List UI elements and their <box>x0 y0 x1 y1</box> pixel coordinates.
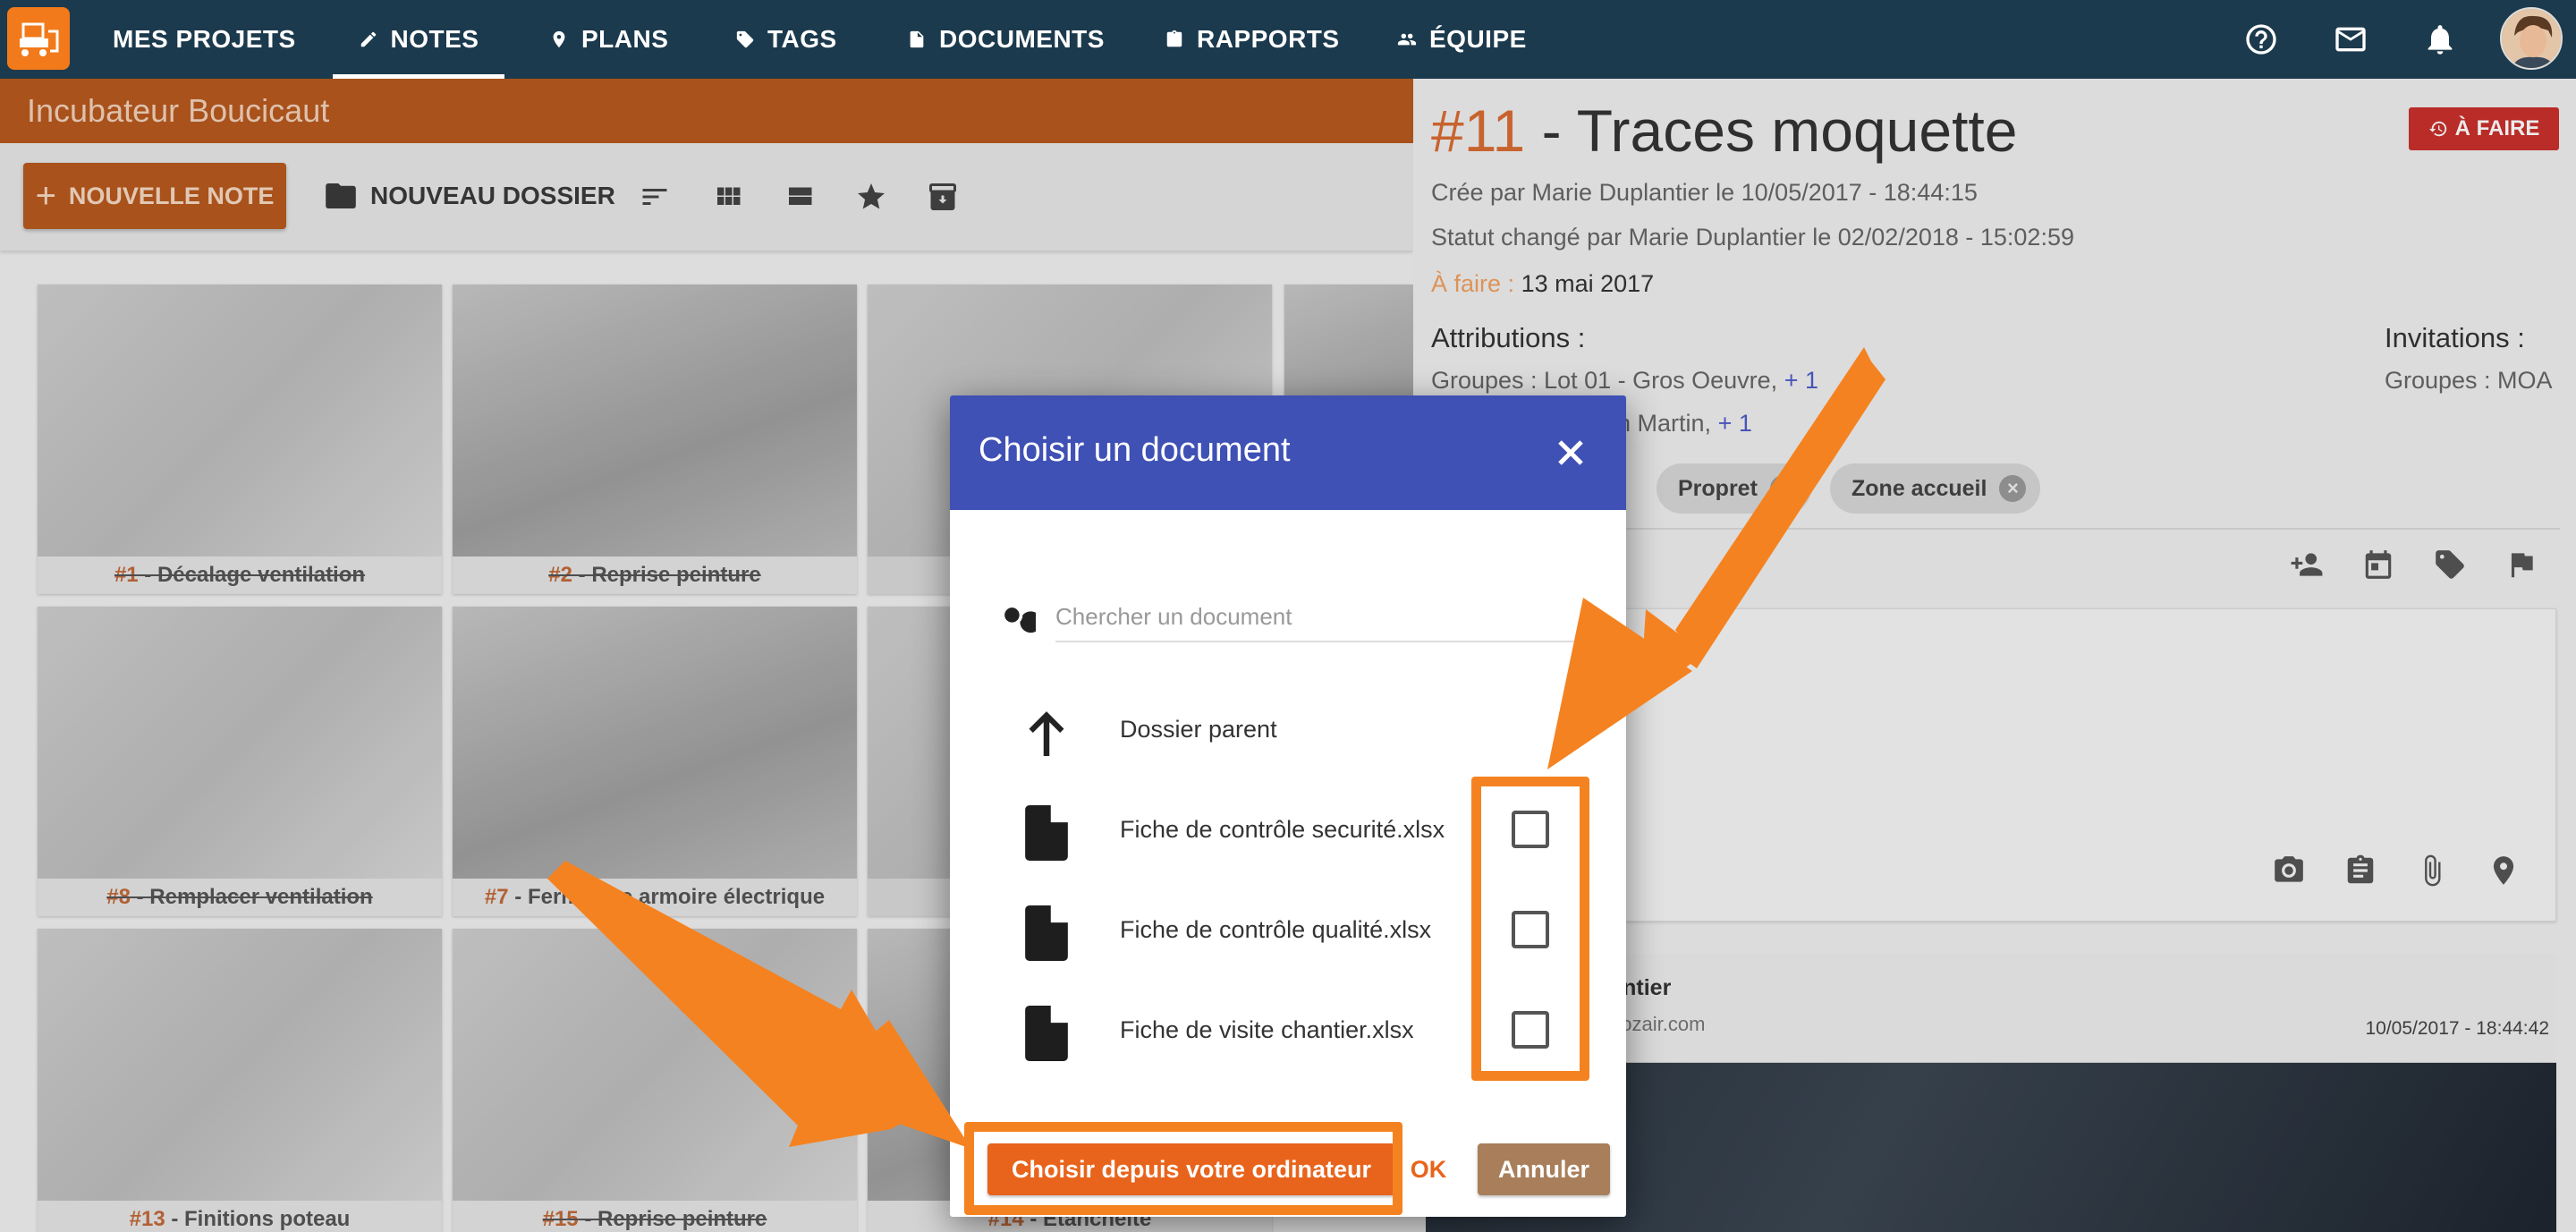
nav-tab-plans[interactable]: PLANS <box>549 0 668 79</box>
document-name: Fiche de contrôle qualité.xlsx <box>1120 916 1432 943</box>
document-name: Fiche de visite chantier.xlsx <box>1120 1016 1414 1043</box>
search-icon <box>996 599 1042 639</box>
nav-tab-reports[interactable]: RAPPORTS <box>1165 0 1340 79</box>
nav-tab-team[interactable]: ÉQUIPE <box>1397 0 1527 79</box>
top-navigation: MES PROJETS NOTES PLANS TAGS DOCUMENTS R… <box>0 0 2576 79</box>
nav-tab-tags[interactable]: TAGS <box>735 0 837 79</box>
file-icon <box>1025 905 1068 961</box>
messages-button[interactable] <box>2333 21 2368 57</box>
notifications-button[interactable] <box>2422 21 2458 57</box>
help-button[interactable] <box>2243 21 2279 57</box>
user-avatar[interactable] <box>2500 7 2563 70</box>
file-icon <box>1025 805 1068 861</box>
nav-tab-notes-label: NOTES <box>390 25 479 53</box>
nav-tab-notes[interactable]: NOTES <box>333 0 504 79</box>
bell-icon <box>2428 25 2453 55</box>
group-icon <box>1397 33 1417 46</box>
checkbox-highlight <box>1471 777 1589 1081</box>
dialog-title: Choisir un document <box>979 431 1291 469</box>
user-photo-icon <box>2502 9 2561 68</box>
nav-tab-reports-label: RAPPORTS <box>1197 25 1340 53</box>
dialog-header: Choisir un document <box>950 395 1626 510</box>
arrow-up-icon <box>1029 711 1064 756</box>
app-logo[interactable] <box>7 7 70 70</box>
parent-folder-item[interactable]: Dossier parent <box>950 684 1626 773</box>
nav-tab-team-label: ÉQUIPE <box>1429 25 1527 53</box>
ok-button[interactable]: OK <box>1402 1143 1454 1195</box>
document-search-input[interactable] <box>1055 592 1583 642</box>
help-icon <box>2246 24 2276 55</box>
document-name: Fiche de contrôle securité.xlsx <box>1120 816 1445 843</box>
nav-my-projects-label: MES PROJETS <box>113 25 296 53</box>
bulldozer-icon <box>20 22 59 56</box>
document-icon <box>910 30 924 48</box>
nav-tab-plans-label: PLANS <box>581 25 669 53</box>
nav-my-projects[interactable]: MES PROJETS <box>113 0 296 79</box>
nav-tab-documents[interactable]: DOCUMENTS <box>907 0 1105 79</box>
tag-icon <box>736 30 754 48</box>
pencil-icon <box>360 31 376 47</box>
file-icon <box>1025 1006 1068 1061</box>
close-icon <box>1558 440 1583 465</box>
pin-icon <box>553 30 565 48</box>
close-dialog-button[interactable] <box>1551 433 1590 472</box>
parent-folder-label: Dossier parent <box>1120 716 1277 743</box>
button-highlight <box>964 1122 1402 1215</box>
cancel-button[interactable]: Annuler <box>1478 1143 1610 1195</box>
nav-tab-documents-label: DOCUMENTS <box>939 25 1105 53</box>
clipboard-icon <box>1166 30 1182 47</box>
mail-icon <box>2335 27 2366 52</box>
nav-tab-tags-label: TAGS <box>767 25 837 53</box>
